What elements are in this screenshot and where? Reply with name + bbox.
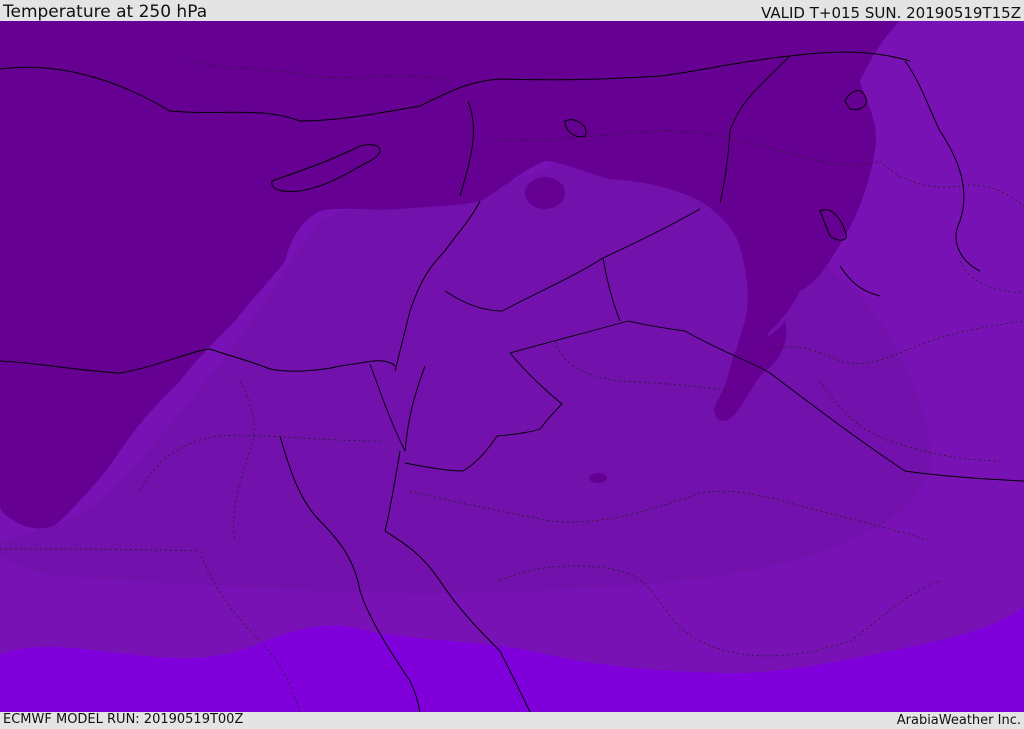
- header-bar: Temperature at 250 hPa VALID T+015 SUN. …: [0, 0, 1024, 21]
- model-run: ECMWF MODEL RUN: 20190519T00Z: [3, 712, 244, 727]
- cold-pocket: [525, 177, 565, 209]
- cold-pocket: [589, 473, 607, 483]
- valid-time: VALID T+015 SUN. 20190519T15Z: [761, 4, 1021, 22]
- temperature-map[interactable]: [0, 21, 1024, 712]
- map-title: Temperature at 250 hPa: [3, 2, 208, 22]
- footer-bar: ECMWF MODEL RUN: 20190519T00Z ArabiaWeat…: [0, 712, 1024, 729]
- credit-text: ArabiaWeather Inc.: [896, 713, 1021, 728]
